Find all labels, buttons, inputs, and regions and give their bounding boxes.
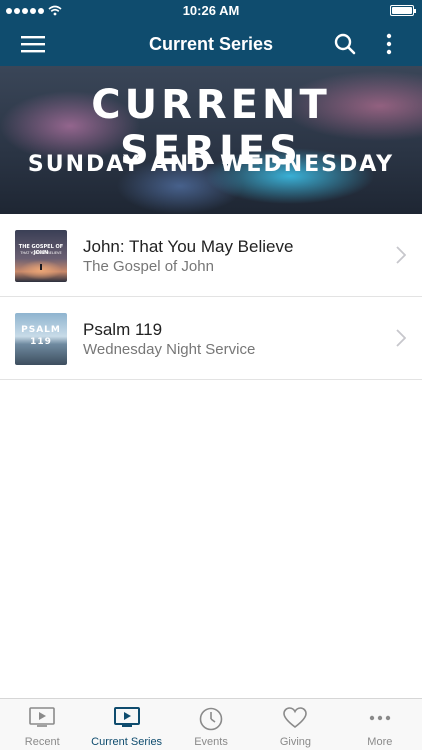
- series-list: THE GOSPEL OF JOHN THAT YOU MAY BELIEVE …: [0, 214, 422, 380]
- series-title: Psalm 119: [83, 320, 163, 339]
- tab-label: Giving: [279, 736, 312, 748]
- more-vertical-icon: [386, 33, 392, 55]
- nav-bar: Current Series: [0, 22, 422, 66]
- tab-label: More: [367, 736, 393, 748]
- tab-more[interactable]: More: [338, 699, 422, 750]
- person-silhouette: [40, 264, 42, 270]
- tab-bar: Recent Current Series Events Giving More: [0, 698, 422, 750]
- series-item-john[interactable]: THE GOSPEL OF JOHN THAT YOU MAY BELIEVE …: [0, 214, 422, 297]
- more-horizontal-icon: [369, 715, 391, 721]
- thumbnail-subtitle: THAT YOU MAY BELIEVE: [20, 251, 62, 255]
- series-thumbnail: THE GOSPEL OF JOHN THAT YOU MAY BELIEVE: [15, 230, 67, 282]
- tab-giving[interactable]: Giving: [253, 699, 337, 750]
- tv-play-icon: [113, 707, 140, 727]
- series-subtitle: The Gospel of John: [83, 258, 214, 275]
- chevron-right-icon: [396, 329, 406, 347]
- series-thumbnail: PSALM 119: [15, 313, 67, 365]
- thumbnail-subtitle: 119: [30, 337, 52, 347]
- tab-events[interactable]: Events: [169, 699, 253, 750]
- search-icon: [334, 33, 356, 55]
- clock-icon: [199, 707, 223, 731]
- hero-banner: CURRENT SERIES SUNDAY AND WEDNESDAY: [0, 66, 422, 214]
- tab-current-series[interactable]: Current Series: [84, 699, 168, 750]
- series-title: John: That You May Believe: [83, 237, 294, 256]
- chevron-right-icon: [396, 246, 406, 264]
- tab-label: Recent: [24, 736, 60, 748]
- tab-recent[interactable]: Recent: [0, 699, 84, 750]
- more-options-button[interactable]: [372, 28, 406, 60]
- status-time: 10:26 AM: [182, 3, 240, 18]
- play-screen-icon: [29, 707, 56, 727]
- tab-label: Current Series: [91, 736, 163, 748]
- heart-icon: [283, 707, 308, 729]
- series-item-psalm[interactable]: PSALM 119 Psalm 119 Wednesday Night Serv…: [0, 297, 422, 380]
- thumbnail-title: PSALM: [21, 325, 61, 335]
- tab-label: Events: [194, 736, 228, 748]
- battery-level: [392, 7, 412, 14]
- series-subtitle: Wednesday Night Service: [83, 341, 256, 358]
- hero-subtitle: SUNDAY AND WEDNESDAY: [27, 152, 395, 177]
- battery-icon: [390, 5, 416, 16]
- status-bar: 10:26 AM: [0, 0, 422, 22]
- search-button[interactable]: [328, 28, 362, 60]
